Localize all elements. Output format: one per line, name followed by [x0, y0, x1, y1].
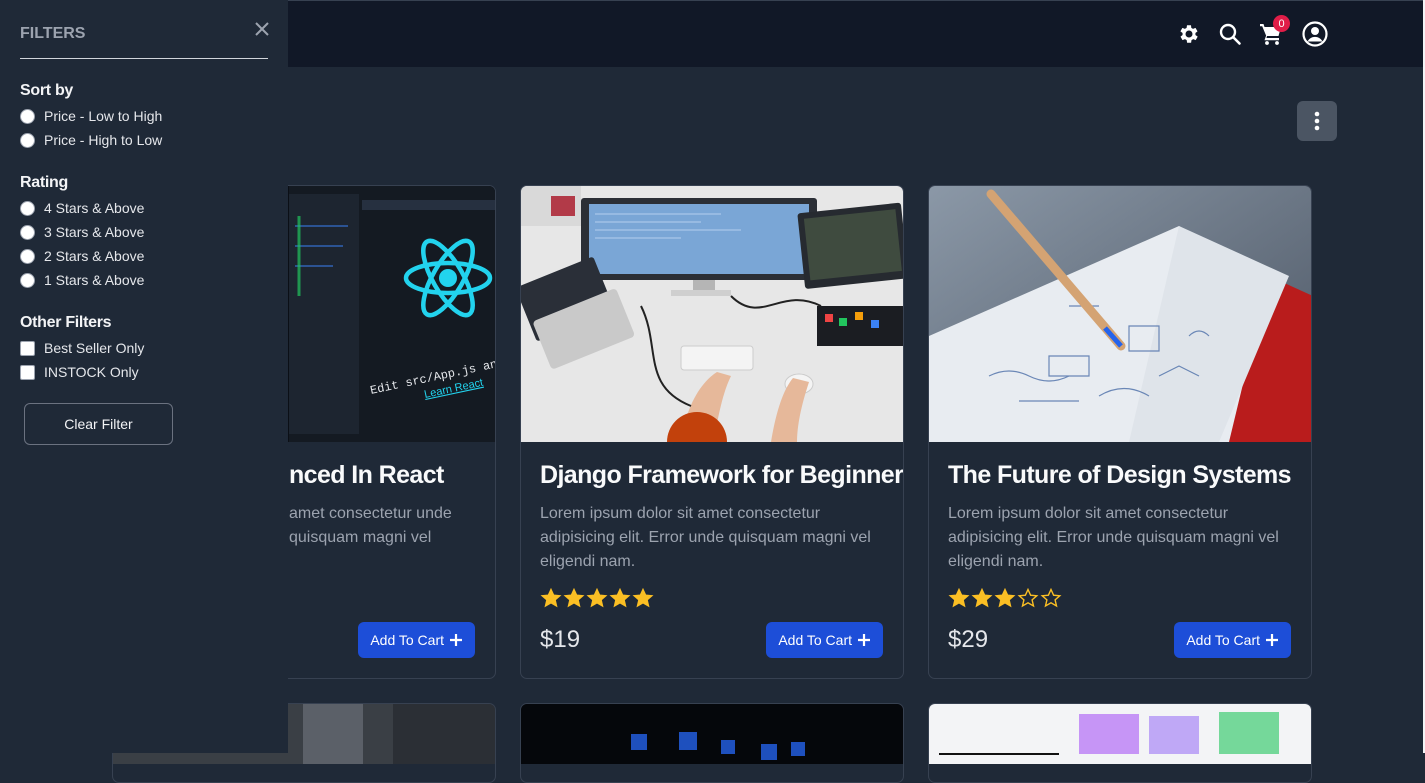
clear-filter-button[interactable]: Clear Filter — [24, 403, 173, 445]
search-icon[interactable] — [1217, 21, 1243, 47]
add-to-cart-label: Add To Cart — [778, 632, 852, 648]
radio-button[interactable] — [20, 200, 35, 216]
checkbox[interactable] — [20, 364, 35, 380]
cart-button[interactable]: 0 — [1258, 15, 1290, 47]
product-image — [521, 704, 903, 764]
option-label: Price - Low to High — [44, 108, 163, 124]
product-image — [929, 704, 1311, 764]
product-price: $19 — [540, 626, 581, 653]
product-card: Django Framework for Beginners Lorem ips… — [520, 185, 904, 679]
radio-button[interactable] — [20, 132, 35, 148]
gear-icon[interactable] — [1176, 21, 1202, 47]
option-label: INSTOCK Only — [44, 364, 139, 380]
add-to-cart-label: Add To Cart — [370, 632, 444, 648]
product-image — [521, 186, 903, 442]
option-label: 3 Stars & Above — [44, 224, 145, 240]
star-filled-icon — [586, 588, 608, 608]
radio-button[interactable] — [20, 224, 35, 240]
product-description: amet consectetur unde quisquam magni vel — [289, 505, 452, 546]
product-card: The Future of Design Systems Lorem ipsum… — [928, 185, 1312, 679]
other-filters-heading: Other Filters — [20, 314, 112, 331]
radio-button[interactable] — [20, 248, 35, 264]
star-filled-icon — [948, 588, 970, 608]
rating-1-stars-option[interactable]: 1 Stars & Above — [20, 272, 144, 288]
plus-icon — [450, 634, 462, 646]
option-label: 4 Stars & Above — [44, 200, 145, 216]
star-filled-icon — [563, 588, 585, 608]
star-filled-icon — [609, 588, 631, 608]
radio-button[interactable] — [20, 272, 35, 288]
close-filters-button[interactable] — [252, 19, 272, 39]
star-outline-icon — [1040, 588, 1062, 608]
star-filled-icon — [971, 588, 993, 608]
more-options-button[interactable] — [1297, 101, 1337, 141]
close-icon — [255, 22, 269, 36]
rating-4-stars-option[interactable]: 4 Stars & Above — [20, 200, 144, 216]
star-filled-icon — [540, 588, 562, 608]
filters-divider — [20, 58, 268, 59]
product-title: nced In React — [289, 461, 444, 489]
rating-stars — [948, 588, 1062, 608]
add-to-cart-button[interactable]: Add To Cart — [1174, 622, 1291, 658]
rating-2-stars-option[interactable]: 2 Stars & Above — [20, 248, 144, 264]
instock-option[interactable]: INSTOCK Only — [20, 364, 139, 380]
product-description: Lorem ipsum dolor sit amet consectetur a… — [540, 505, 871, 570]
product-card — [520, 703, 904, 783]
kebab-menu-icon — [1314, 111, 1320, 131]
star-filled-icon — [994, 588, 1016, 608]
star-outline-icon — [1017, 588, 1039, 608]
filters-sidebar: FILTERS Sort by Price - Low to High Pric… — [0, 0, 288, 753]
product-card — [928, 703, 1312, 783]
option-label: 2 Stars & Above — [44, 248, 145, 264]
checkbox[interactable] — [20, 340, 35, 356]
product-title: Django Framework for Beginners — [540, 461, 904, 489]
cart-count-badge: 0 — [1273, 15, 1290, 32]
radio-button[interactable] — [20, 108, 35, 124]
rating-3-stars-option[interactable]: 3 Stars & Above — [20, 224, 144, 240]
rating-stars — [540, 588, 654, 608]
product-title: The Future of Design Systems — [948, 461, 1292, 489]
best-seller-option[interactable]: Best Seller Only — [20, 340, 144, 356]
option-label: 1 Stars & Above — [44, 272, 145, 288]
product-description: Lorem ipsum dolor sit amet consectetur a… — [948, 505, 1279, 570]
option-label: Price - High to Low — [44, 132, 163, 148]
add-to-cart-label: Add To Cart — [1186, 632, 1260, 648]
rating-heading: Rating — [20, 174, 68, 191]
add-to-cart-button[interactable]: Add To Cart — [766, 622, 883, 658]
account-icon[interactable] — [1302, 21, 1328, 47]
plus-icon — [1266, 634, 1278, 646]
sort-price-high-low-option[interactable]: Price - High to Low — [20, 132, 162, 148]
option-label: Best Seller Only — [44, 340, 145, 356]
sort-by-heading: Sort by — [20, 82, 74, 99]
star-filled-icon — [632, 588, 654, 608]
sort-price-low-high-option[interactable]: Price - Low to High — [20, 108, 162, 124]
plus-icon — [858, 634, 870, 646]
filters-title: FILTERS — [20, 25, 86, 42]
product-price: $29 — [948, 626, 989, 653]
add-to-cart-button[interactable]: Add To Cart — [358, 622, 475, 658]
product-image — [929, 186, 1311, 442]
